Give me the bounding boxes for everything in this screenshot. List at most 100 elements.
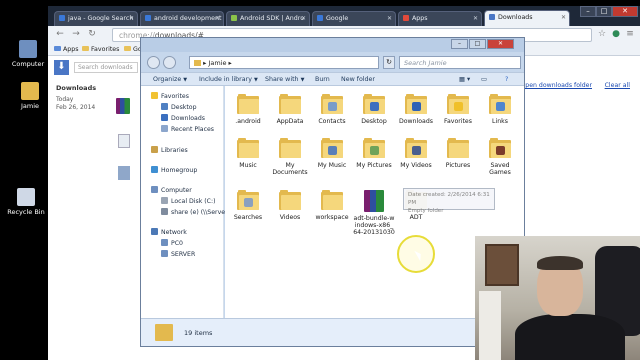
new-folder-button[interactable]: New folder	[341, 76, 375, 83]
maximize-button[interactable]: □	[469, 39, 486, 49]
bookmark-apps[interactable]: Apps	[54, 46, 79, 53]
folder-item-my-documents[interactable]: My Documents	[269, 138, 311, 176]
close-window-button[interactable]: ✕	[612, 6, 638, 17]
folder-item-workspace[interactable]: workspace	[311, 190, 353, 221]
winrar-archive-icon[interactable]	[116, 98, 130, 114]
nav-downloads[interactable]: Downloads	[161, 114, 205, 122]
folder-item-my-pictures[interactable]: My Pictures	[353, 138, 395, 169]
view-options-icon[interactable]: ▦ ▾	[459, 76, 470, 83]
nav-favorites[interactable]: Favorites	[151, 92, 189, 100]
tab-apps[interactable]: Apps ✕	[398, 11, 482, 26]
saved-games-folder-icon	[489, 138, 511, 158]
forward-button[interactable]	[163, 56, 176, 69]
google-favicon-icon	[317, 15, 323, 21]
share-with-menu[interactable]: Share with ▼	[265, 76, 304, 83]
nav-label: Downloads	[171, 115, 205, 122]
folder-item-music[interactable]: Music	[227, 138, 269, 169]
tab-android-development[interactable]: android development ✕	[140, 11, 224, 26]
back-button[interactable]	[147, 56, 160, 69]
close-tab-icon[interactable]: ✕	[561, 14, 566, 21]
forward-button[interactable]: →	[70, 29, 82, 41]
close-tab-icon[interactable]: ✕	[387, 15, 392, 22]
archive-item-adt-bundle[interactable]: adt-bundle-windows-x86_64-20131030	[353, 190, 395, 236]
reload-button[interactable]: ↻	[86, 29, 98, 41]
nav-computer[interactable]: Computer	[151, 186, 192, 194]
folder-item-links[interactable]: Links	[479, 94, 521, 125]
nav-libraries[interactable]: Libraries	[151, 146, 188, 154]
folder-tooltip: Date created: 2/26/2014 6:31 PM Empty fo…	[403, 188, 495, 214]
tab-google[interactable]: Google ✕	[312, 11, 396, 26]
minimize-button[interactable]: –	[451, 39, 468, 49]
folder-item-favorites[interactable]: Favorites	[437, 94, 479, 125]
tab-label: java - Google Search	[68, 15, 134, 22]
preview-pane-icon[interactable]: ▭	[481, 76, 487, 83]
nav-label: Favorites	[161, 93, 189, 100]
contacts-folder-icon	[321, 94, 343, 114]
folder-item-videos[interactable]: Videos	[269, 190, 311, 221]
nav-label: Network	[161, 229, 187, 236]
maximize-button[interactable]: □	[596, 6, 612, 17]
google-favicon-icon	[59, 15, 65, 21]
open-downloads-folder-link[interactable]: Open downloads folder	[520, 82, 592, 89]
close-tab-icon[interactable]: ✕	[129, 15, 134, 22]
command-bar: Organize ▼ Include in library ▼ Share wi…	[141, 72, 524, 86]
menu-icon[interactable]: ≡	[624, 29, 636, 41]
include-in-library-menu[interactable]: Include in library ▼	[199, 76, 258, 83]
extension-icon[interactable]: ●	[610, 29, 622, 41]
download-arrow-icon: ⬇	[54, 60, 69, 75]
tab-android-sdk[interactable]: Android SDK | Andro ✕	[226, 11, 310, 26]
item-label: My Pictures	[356, 162, 392, 169]
folder-item-contacts[interactable]: Contacts	[311, 94, 353, 125]
nav-network[interactable]: Network	[151, 228, 187, 236]
bookmark-favorites[interactable]: Favorites	[82, 46, 119, 53]
computer-icon	[161, 239, 168, 246]
minimize-button[interactable]: –	[580, 6, 596, 17]
tab-downloads[interactable]: Downloads ✕	[484, 10, 570, 26]
folder-icon	[194, 60, 201, 66]
folder-item-android[interactable]: .android	[227, 94, 269, 125]
nav-label: Computer	[161, 187, 192, 194]
nav-share-drive[interactable]: share (e) (\\Server) (	[161, 208, 234, 216]
desktop-icon-jamie[interactable]: Jamie	[8, 82, 52, 110]
nav-server[interactable]: SERVER	[161, 250, 195, 258]
explorer-title-bar[interactable]: – □ ✕	[141, 38, 524, 52]
close-tab-icon[interactable]: ✕	[215, 15, 220, 22]
tab-label: android development	[154, 15, 222, 22]
breadcrumb[interactable]: ▸ Jamie ▸	[189, 56, 379, 69]
tab-label: Google	[326, 15, 349, 22]
folder-item-pictures[interactable]: Pictures	[437, 138, 479, 169]
nav-pc0[interactable]: PC0	[161, 239, 183, 247]
refresh-button[interactable]: ↻	[383, 56, 395, 69]
folder-item-appdata[interactable]: AppData	[269, 94, 311, 125]
folder-item-searches[interactable]: Searches	[227, 190, 269, 221]
burn-button[interactable]: Burn	[315, 76, 330, 83]
organize-menu[interactable]: Organize ▼	[153, 76, 187, 83]
nav-desktop[interactable]: Desktop	[161, 103, 197, 111]
folder-item-downloads[interactable]: Downloads	[395, 94, 437, 125]
close-window-button[interactable]: ✕	[487, 39, 514, 49]
star-icon[interactable]: ☆	[596, 29, 608, 41]
desktop-icon-recycle-bin[interactable]: Recycle Bin	[4, 188, 48, 216]
item-label: Music	[239, 162, 257, 169]
nav-recent-places[interactable]: Recent Places	[161, 125, 214, 133]
nav-local-disk[interactable]: Local Disk (C:)	[161, 197, 216, 205]
clear-all-link[interactable]: Clear all	[605, 82, 630, 89]
folder-icon	[279, 138, 301, 158]
search-input[interactable]: Search Jamie	[399, 56, 521, 69]
folder-item-my-videos[interactable]: My Videos	[395, 138, 437, 169]
close-tab-icon[interactable]: ✕	[473, 15, 478, 22]
close-tab-icon[interactable]: ✕	[301, 15, 306, 22]
folder-item-my-music[interactable]: My Music	[311, 138, 353, 169]
help-icon[interactable]: ?	[505, 76, 508, 83]
burn-label: Burn	[315, 76, 330, 83]
tab-java-search[interactable]: java - Google Search ✕	[54, 11, 138, 26]
folder-item-desktop[interactable]: Desktop	[353, 94, 395, 125]
nav-homegroup[interactable]: Homegroup	[151, 166, 197, 174]
desktop-icon-computer[interactable]: Computer	[6, 40, 50, 68]
item-label: My Documents	[272, 162, 308, 176]
download-group-date: Feb 26, 2014	[56, 104, 96, 111]
tab-label: Downloads	[498, 14, 533, 21]
back-button[interactable]: ←	[54, 29, 66, 41]
search-downloads-input[interactable]: Search downloads	[74, 62, 138, 73]
folder-item-saved-games[interactable]: Saved Games	[479, 138, 521, 176]
